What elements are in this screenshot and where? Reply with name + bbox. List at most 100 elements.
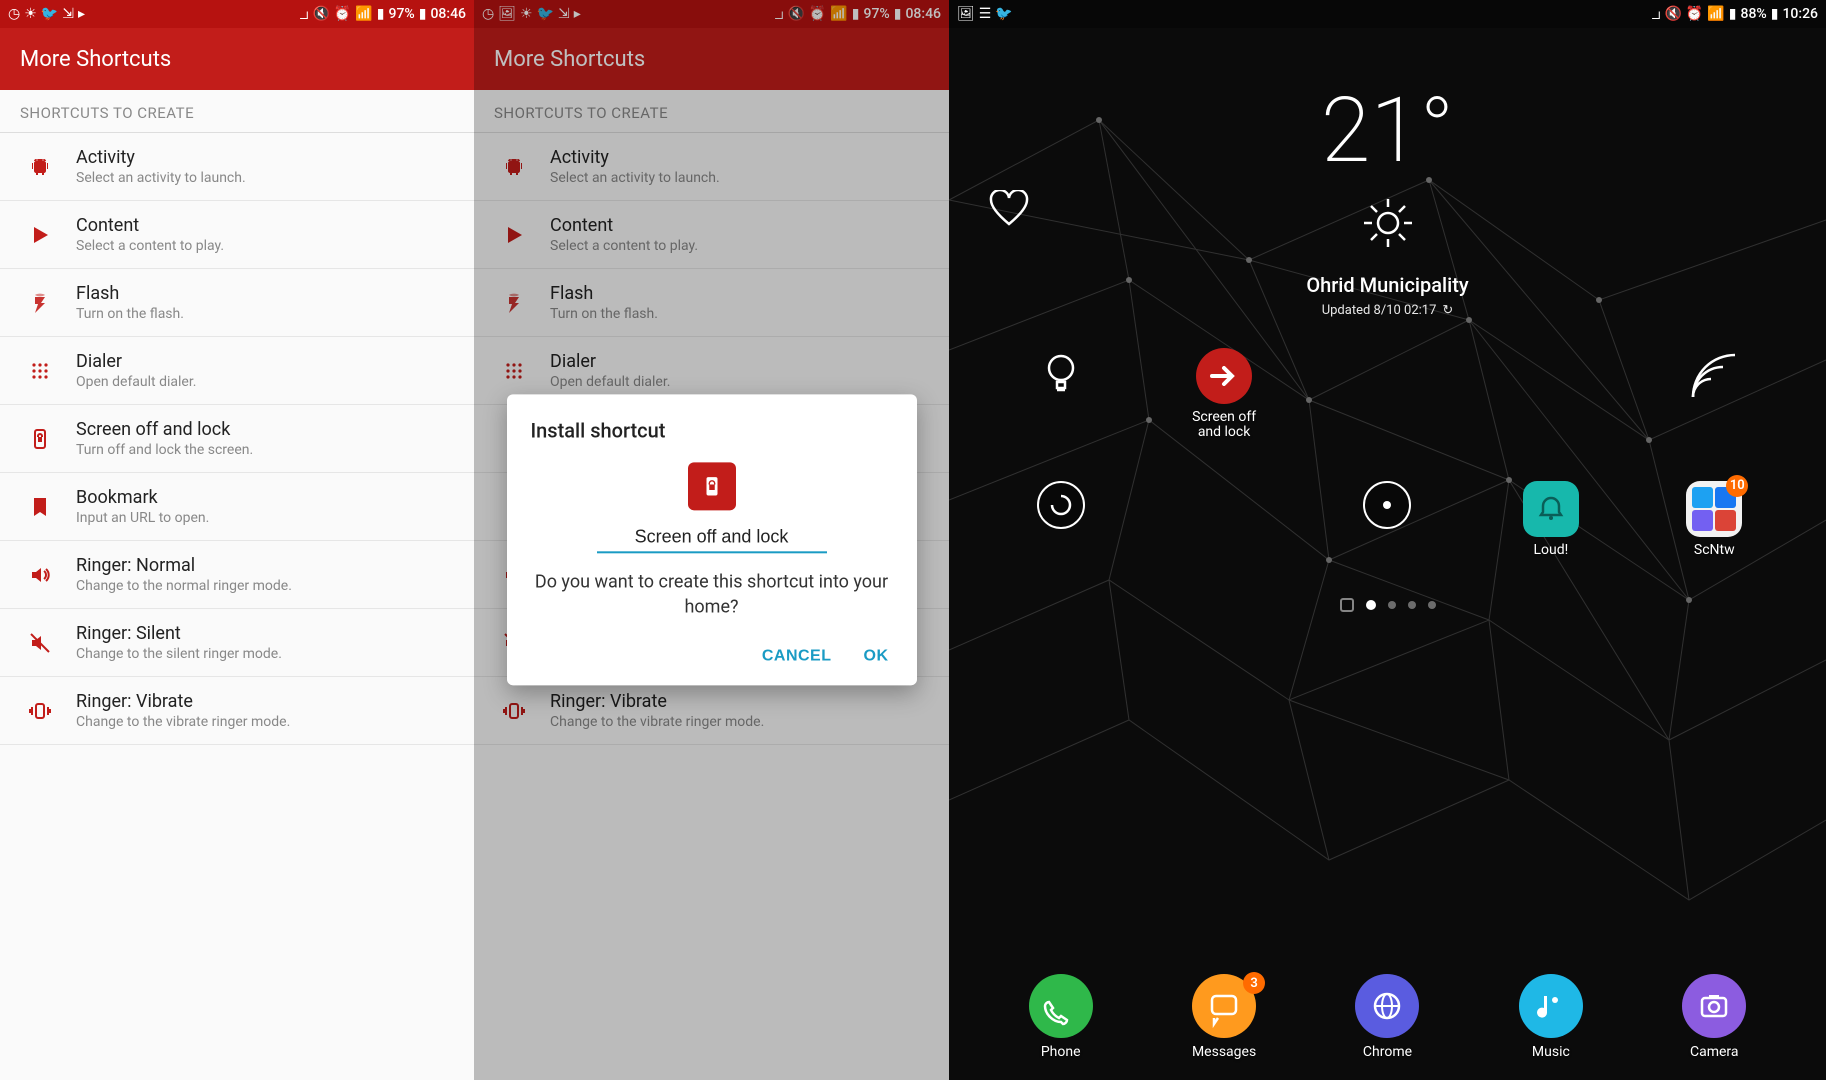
battery-icon: ▮ xyxy=(1771,6,1779,22)
home-item-label: ScNtw xyxy=(1694,543,1735,558)
home-item-spacer xyxy=(1342,348,1432,441)
weather-widget[interactable]: 21° Ohrid Municipality Updated 8/10 02:1… xyxy=(949,78,1826,318)
status-bar: 🖼 ☰ 🐦 ⯾ 🔇 ⏰ 📶 ▮ 88% ▮ 10:26 xyxy=(949,0,1826,28)
item-title: Ringer: Vibrate xyxy=(76,691,454,712)
flash-icon xyxy=(20,291,60,315)
app-title: More Shortcuts xyxy=(20,47,171,72)
item-title: Screen off and lock xyxy=(76,419,454,440)
home-item-label: Screen off and lock xyxy=(1179,410,1269,441)
bluetooth-icon: ⯾ xyxy=(1651,4,1660,25)
app-bar: More Shortcuts xyxy=(0,28,474,90)
shortcut-icon xyxy=(688,462,736,510)
wifi-icon: 📶 xyxy=(355,6,372,22)
shortcut-item-dialer[interactable]: Dialer Open default dialer. xyxy=(0,337,474,405)
dock-item-music[interactable]: Music xyxy=(1506,974,1596,1060)
dock-label: Messages xyxy=(1192,1044,1256,1060)
weather-updated: Updated 8/10 02:17↻ xyxy=(1322,303,1454,318)
dock-item-msg[interactable]: 3 Messages xyxy=(1179,974,1269,1060)
home-item-teal-bell[interactable]: Loud! xyxy=(1506,481,1596,558)
item-subtitle: Turn on the flash. xyxy=(76,306,454,322)
folder-badge: 10 xyxy=(1726,475,1748,497)
home-item-outline-swirl[interactable] xyxy=(1016,481,1106,558)
shortcut-item-bookmark[interactable]: Bookmark Input an URL to open. xyxy=(0,473,474,541)
globe-icon xyxy=(1355,974,1419,1038)
home-item-outline-circle[interactable] xyxy=(1342,481,1432,558)
ok-button[interactable]: OK xyxy=(860,640,893,674)
phone-icon xyxy=(1029,974,1093,1038)
shortcut-item-flash[interactable]: Flash Turn on the flash. xyxy=(0,269,474,337)
shortcut-item-volume[interactable]: Ringer: Normal Change to the normal ring… xyxy=(0,541,474,609)
alarm-icon: ⏰ xyxy=(1686,6,1703,22)
vibrate-icon xyxy=(20,699,60,723)
panel-home-screen: 🖼 ☰ 🐦 ⯾ 🔇 ⏰ 📶 ▮ 88% ▮ 10:26 21° Ohrid Mu… xyxy=(949,0,1826,1080)
camera-icon xyxy=(1682,974,1746,1038)
dock-label: Camera xyxy=(1690,1044,1739,1060)
home-item-spacer xyxy=(1506,348,1596,441)
dock-item-camera[interactable]: Camera xyxy=(1669,974,1759,1060)
refresh-icon: ↻ xyxy=(1442,303,1453,318)
mute-icon xyxy=(20,631,60,655)
dock-item-phone[interactable]: Phone xyxy=(1016,974,1106,1060)
dialog-message: Do you want to create this shortcut into… xyxy=(531,569,893,619)
clock-time: 08:46 xyxy=(430,6,466,22)
panel-shortcuts-dialog: ◷ 🖼 ☀ 🐦 ⇲ ▸ ⯾ 🔇 ⏰ 📶 ▮ 97% ▮ 08:46 More S… xyxy=(474,0,949,1080)
item-subtitle: Open default dialer. xyxy=(76,374,454,390)
item-title: Ringer: Silent xyxy=(76,623,454,644)
bluetooth-icon: ⯾ xyxy=(299,4,308,25)
battery-pct: 88% xyxy=(1741,6,1767,22)
page-dot xyxy=(1388,601,1396,609)
shortcut-item-vibrate[interactable]: Ringer: Vibrate Change to the vibrate ri… xyxy=(0,677,474,745)
battery-pct: 97% xyxy=(389,6,415,22)
dock-label: Phone xyxy=(1041,1044,1081,1060)
home-item-label: Loud! xyxy=(1533,543,1568,558)
lock-icon xyxy=(20,427,60,451)
mute-icon: 🔇 xyxy=(1664,6,1681,22)
page-dot xyxy=(1366,600,1376,610)
dock: Phone 3 Messages Chrome Music Camera xyxy=(949,964,1826,1080)
item-subtitle: Change to the silent ringer mode. xyxy=(76,646,454,662)
clock-time: 10:26 xyxy=(1782,6,1818,22)
twitter-icon: 🐦 xyxy=(41,6,58,22)
alarm-icon: ⏰ xyxy=(334,6,351,22)
item-subtitle: Change to the normal ringer mode. xyxy=(76,578,454,594)
page-indicator[interactable] xyxy=(949,598,1826,612)
panel-shortcuts-list: ◷ ☀ 🐦 ⇲ ▸ ⯾ 🔇 ⏰ 📶 ▮ 97% ▮ 08:46 More Sho… xyxy=(0,0,474,1080)
home-item-folder[interactable]: 10 ScNtw xyxy=(1669,481,1759,558)
item-title: Dialer xyxy=(76,351,454,372)
dock-label: Music xyxy=(1532,1044,1570,1060)
dialog-title: Install shortcut xyxy=(531,418,893,442)
android-icon xyxy=(20,155,60,179)
bookmark-icon xyxy=(20,495,60,519)
signal-icon: ▮ xyxy=(1729,6,1737,22)
shortcut-item-mute[interactable]: Ringer: Silent Change to the silent ring… xyxy=(0,609,474,677)
item-subtitle: Select a content to play. xyxy=(76,238,454,254)
cancel-button[interactable]: CANCEL xyxy=(758,640,836,674)
item-title: Bookmark xyxy=(76,487,454,508)
shortcut-name-input[interactable] xyxy=(597,522,827,553)
sun-icon xyxy=(1358,193,1418,253)
item-subtitle: Turn off and lock the screen. xyxy=(76,442,454,458)
mute-icon: 🔇 xyxy=(312,6,329,22)
shortcut-item-lock[interactable]: Screen off and lock Turn off and lock th… xyxy=(0,405,474,473)
item-title: Content xyxy=(76,215,454,236)
page-dot xyxy=(1408,601,1416,609)
status-bar: ◷ ☀ 🐦 ⇲ ▸ ⯾ 🔇 ⏰ 📶 ▮ 97% ▮ 08:46 xyxy=(0,0,474,28)
item-title: Ringer: Normal xyxy=(76,555,454,576)
battery-icon: ▮ xyxy=(419,6,427,22)
music-icon xyxy=(1519,974,1583,1038)
dock-item-globe[interactable]: Chrome xyxy=(1342,974,1432,1060)
shortcut-item-play[interactable]: Content Select a content to play. xyxy=(0,201,474,269)
shortcut-item-android[interactable]: Activity Select an activity to launch. xyxy=(0,133,474,201)
item-subtitle: Change to the vibrate ringer mode. xyxy=(76,714,454,730)
home-item-outline-arc[interactable] xyxy=(1669,348,1759,441)
weather-location: Ohrid Municipality xyxy=(949,273,1826,297)
section-header: SHORTCUTS TO CREATE xyxy=(0,90,474,133)
home-page-icon xyxy=(1340,598,1354,612)
item-title: Flash xyxy=(76,283,454,304)
home-item-red-arrow[interactable]: Screen off and lock xyxy=(1179,348,1269,441)
volume-icon xyxy=(20,563,60,587)
home-item-outline-bulb[interactable] xyxy=(1016,348,1106,441)
dock-label: Chrome xyxy=(1363,1044,1412,1060)
heart-icon[interactable] xyxy=(989,190,1029,226)
item-title: Activity xyxy=(76,147,454,168)
